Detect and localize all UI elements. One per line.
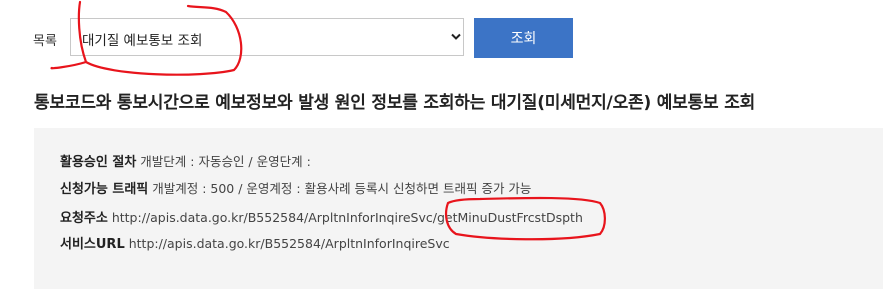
traffic-label: 신청가능 트래픽 bbox=[60, 182, 149, 197]
select-value: 대기질 예보통보 조회 bbox=[82, 33, 203, 49]
approval-row: 활용승인 절차 개발단계 : 자동승인 / 운영단계 : bbox=[60, 151, 311, 170]
traffic-value: 개발계정 : 500 / 운영계정 : 활용사례 등록시 신청하면 트래픽 증가… bbox=[152, 181, 532, 196]
approval-value: 개발단계 : 자동승인 / 운영단계 : bbox=[140, 154, 311, 169]
search-button[interactable]: 조회 bbox=[474, 18, 573, 58]
approval-label: 활용승인 절차 bbox=[60, 155, 137, 170]
request-url[interactable]: http://apis.data.go.kr/B552584/ArpltnInf… bbox=[112, 210, 583, 225]
page-title: 통보코드와 통보시간으로 예보정보와 발생 원인 정보를 조회하는 대기질(미세… bbox=[34, 93, 756, 113]
list-label: 목록 bbox=[33, 34, 57, 49]
request-url-operation: getMinuDustFrcstDspth bbox=[436, 210, 583, 225]
service-url[interactable]: http://apis.data.go.kr/B552584/ArpltnInf… bbox=[129, 236, 450, 251]
request-label: 요청주소 bbox=[60, 211, 108, 226]
service-label: 서비스URL bbox=[60, 237, 125, 252]
api-select[interactable]: 대기질 예보통보 조회 bbox=[70, 18, 464, 56]
service-row: 서비스URL http://apis.data.go.kr/B552584/Ar… bbox=[60, 233, 450, 252]
chevron-down-icon bbox=[449, 29, 463, 45]
request-url-base: http://apis.data.go.kr/B552584/ArpltnInf… bbox=[111, 210, 437, 225]
info-panel: 활용승인 절차 개발단계 : 자동승인 / 운영단계 : 신청가능 트래픽 개발… bbox=[34, 128, 883, 289]
traffic-row: 신청가능 트래픽 개발계정 : 500 / 운영계정 : 활용사례 등록시 신청… bbox=[60, 178, 531, 197]
request-row: 요청주소 http://apis.data.go.kr/B552584/Arpl… bbox=[60, 207, 583, 226]
